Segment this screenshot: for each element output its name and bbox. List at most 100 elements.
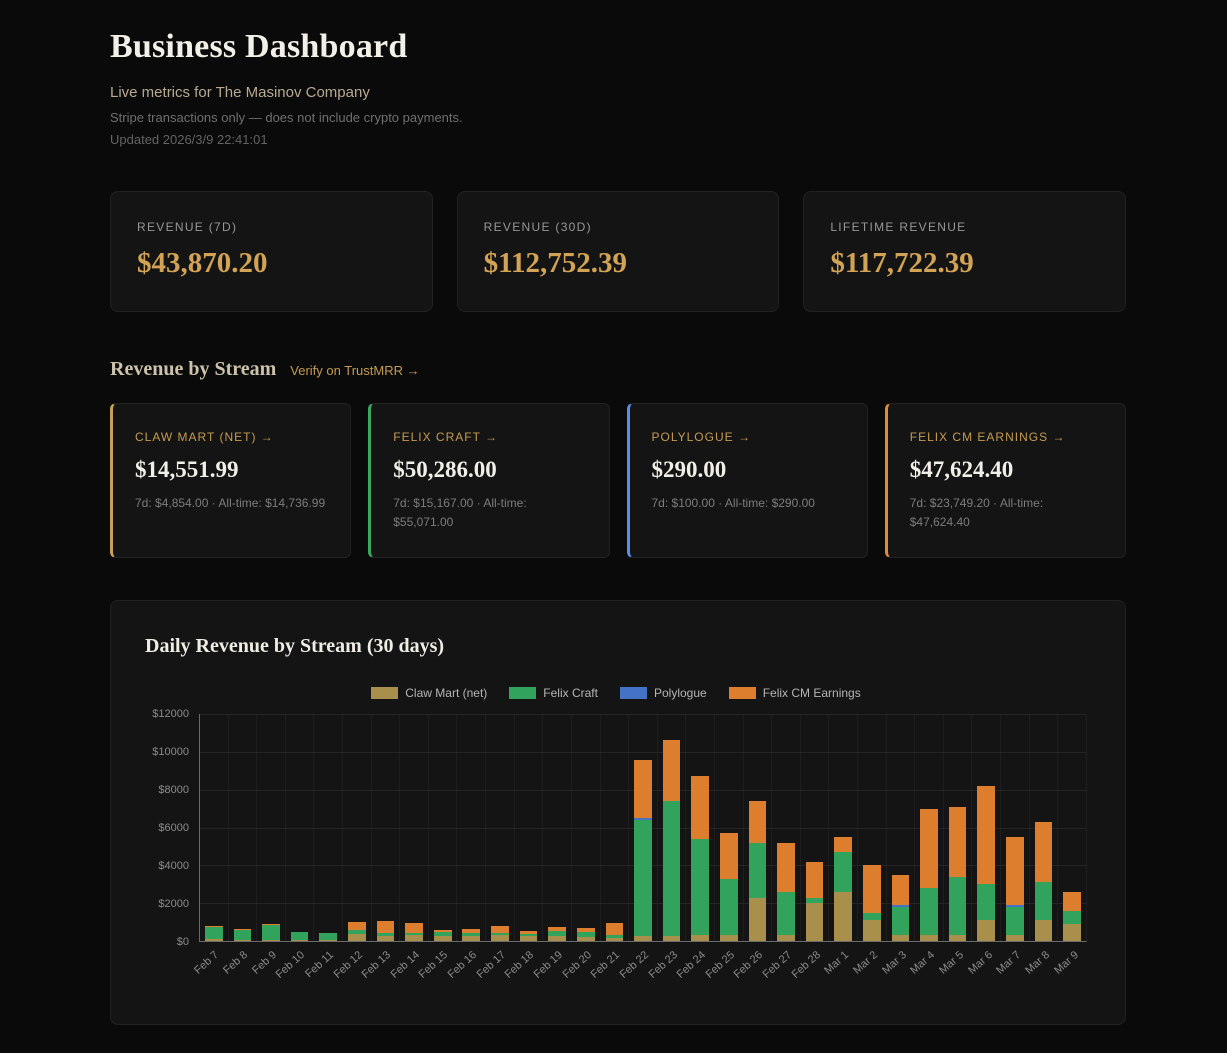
- bar-feb-28[interactable]: [806, 714, 824, 941]
- legend-swatch: [729, 687, 756, 699]
- bar-feb-20[interactable]: [577, 714, 595, 941]
- bar-segment: [977, 920, 995, 941]
- bar-segment: [1035, 920, 1053, 941]
- stream-card-polylogue: POLYLOGUE → $290.00 7d: $100.00 · All-ti…: [627, 403, 868, 558]
- bar-feb-8[interactable]: [234, 714, 252, 941]
- bar-feb-12[interactable]: [348, 714, 366, 941]
- legend-swatch: [620, 687, 647, 699]
- page-header: Business Dashboard Live metrics for The …: [110, 28, 1126, 147]
- bar-feb-11[interactable]: [319, 714, 337, 941]
- bar-slot: [743, 714, 772, 941]
- y-axis-tick: $6000: [158, 822, 189, 834]
- bar-feb-17[interactable]: [491, 714, 509, 941]
- legend-label: Felix CM Earnings: [763, 686, 861, 700]
- trustmrr-link[interactable]: Verify on TrustMRR →: [290, 363, 419, 378]
- bar-mar-3[interactable]: [892, 714, 910, 941]
- bar-feb-19[interactable]: [548, 714, 566, 941]
- bar-segment: [291, 932, 309, 940]
- chart-legend: Claw Mart (net) Felix Craft Polylogue Felix…: [145, 686, 1087, 700]
- bar-segment: [834, 852, 852, 892]
- bar-slot: [200, 714, 228, 941]
- kpi-value: $43,870.20: [137, 247, 406, 280]
- bar-segment: [691, 776, 709, 838]
- bar-slot: [628, 714, 657, 941]
- bar-mar-9[interactable]: [1063, 714, 1081, 941]
- bar-segment: [548, 936, 566, 941]
- bar-feb-7[interactable]: [205, 714, 223, 941]
- bar-segment: [663, 801, 681, 936]
- stream-card-claw-mart: CLAW MART (NET) → $14,551.99 7d: $4,854.…: [110, 403, 351, 558]
- bar-mar-4[interactable]: [920, 714, 938, 941]
- x-axis-slot: Mar 9: [1058, 942, 1087, 994]
- bar-mar-5[interactable]: [949, 714, 967, 941]
- bar-slot: [1000, 714, 1029, 941]
- bar-segment: [777, 892, 795, 936]
- bar-segment: [949, 807, 967, 877]
- bar-segment: [920, 888, 938, 935]
- bar-feb-15[interactable]: [434, 714, 452, 941]
- y-axis-tick: $8000: [158, 784, 189, 796]
- bar-segment: [205, 939, 223, 941]
- bar-feb-27[interactable]: [777, 714, 795, 941]
- bar-segment: [1006, 837, 1024, 905]
- stream-name-link[interactable]: POLYLOGUE →: [652, 430, 845, 444]
- bar-segment: [1063, 892, 1081, 911]
- bar-segment: [863, 913, 881, 921]
- bar-segment: [1035, 882, 1053, 920]
- bar-slot: [1057, 714, 1086, 941]
- kpi-label: LIFETIME REVENUE: [830, 220, 1099, 234]
- bar-slot: [943, 714, 972, 941]
- bar-segment: [977, 884, 995, 920]
- bar-feb-9[interactable]: [262, 714, 280, 941]
- updated-timestamp: Updated 2026/3/9 22:41:01: [110, 132, 1126, 147]
- legend-item[interactable]: Felix CM Earnings: [729, 686, 861, 700]
- stream-name-link[interactable]: FELIX CRAFT →: [393, 430, 586, 444]
- bar-segment: [892, 875, 910, 905]
- legend-item[interactable]: Polylogue: [620, 686, 707, 700]
- bar-segment: [348, 934, 366, 941]
- stream-subtext: 7d: $100.00 · All-time: $290.00: [652, 494, 845, 513]
- bar-segment: [1035, 822, 1053, 883]
- bar-mar-6[interactable]: [977, 714, 995, 941]
- legend-item[interactable]: Felix Craft: [509, 686, 598, 700]
- bar-mar-8[interactable]: [1035, 714, 1053, 941]
- bar-segment: [634, 760, 652, 819]
- bar-slot: [371, 714, 400, 941]
- bar-segment: [262, 940, 280, 942]
- stream-name-link[interactable]: FELIX CM EARNINGS →: [910, 430, 1103, 444]
- bar-feb-13[interactable]: [377, 714, 395, 941]
- legend-item[interactable]: Claw Mart (net): [371, 686, 487, 700]
- bar-segment: [405, 923, 423, 933]
- bar-slot: [342, 714, 371, 941]
- bar-feb-25[interactable]: [720, 714, 738, 941]
- kpi-card-lifetime-revenue: LIFETIME REVENUE $117,722.39: [803, 191, 1126, 312]
- bar-segment: [720, 833, 738, 878]
- bar-feb-22[interactable]: [634, 714, 652, 941]
- bar-segment: [949, 935, 967, 941]
- bar-segment: [892, 907, 910, 935]
- bar-feb-18[interactable]: [520, 714, 538, 941]
- bar-feb-14[interactable]: [405, 714, 423, 941]
- bar-segment: [348, 922, 366, 930]
- bar-segment: [377, 936, 395, 941]
- bar-feb-21[interactable]: [606, 714, 624, 941]
- bar-feb-10[interactable]: [291, 714, 309, 941]
- bar-slot: [485, 714, 514, 941]
- bar-feb-16[interactable]: [462, 714, 480, 941]
- stream-value: $47,624.40: [910, 457, 1103, 483]
- stream-value: $50,286.00: [393, 457, 586, 483]
- stream-name-link[interactable]: CLAW MART (NET) →: [135, 430, 328, 444]
- bar-mar-7[interactable]: [1006, 714, 1024, 941]
- bar-segment: [863, 865, 881, 912]
- y-axis-tick: $0: [177, 936, 189, 948]
- bar-mar-1[interactable]: [834, 714, 852, 941]
- bar-mar-2[interactable]: [863, 714, 881, 941]
- bar-feb-26[interactable]: [749, 714, 767, 941]
- y-axis: $0$2000$4000$6000$8000$10000$12000: [145, 714, 199, 942]
- y-axis-tick: $4000: [158, 860, 189, 872]
- bar-segment: [491, 926, 509, 934]
- bar-feb-24[interactable]: [691, 714, 709, 941]
- stream-subtext: 7d: $15,167.00 · All-time: $55,071.00: [393, 494, 586, 531]
- bar-slot: [428, 714, 457, 941]
- bar-feb-23[interactable]: [663, 714, 681, 941]
